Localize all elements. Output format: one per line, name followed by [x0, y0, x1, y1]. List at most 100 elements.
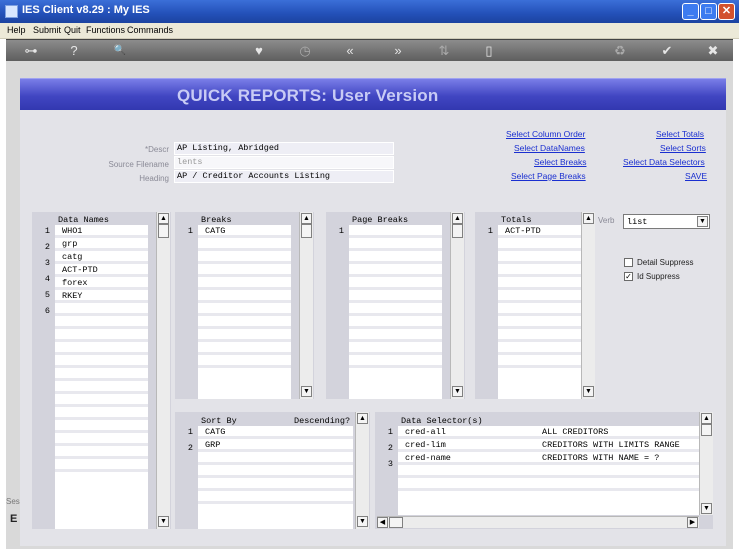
empty-row[interactable] — [349, 277, 442, 290]
empty-row[interactable] — [198, 303, 291, 316]
sort-by-list[interactable]: CATG GRP — [198, 426, 353, 529]
list-item[interactable]: catg — [55, 251, 148, 264]
upload-icon[interactable]: ⇅ — [434, 43, 454, 59]
empty-row[interactable] — [55, 342, 148, 355]
empty-row[interactable] — [498, 355, 581, 368]
empty-row[interactable] — [55, 329, 148, 342]
list-item[interactable]: CATG — [198, 426, 353, 439]
select-data-selectors-link[interactable]: Select Data Selectors — [623, 157, 705, 167]
heart-icon[interactable]: ♥ — [249, 43, 269, 59]
empty-row[interactable] — [349, 316, 442, 329]
verb-select[interactable]: list ▼ — [623, 214, 710, 229]
title-bar[interactable]: IES Client v8.29 : My IES _ □ ✕ — [0, 0, 739, 23]
list-item[interactable]: ACT-PTD — [498, 225, 581, 238]
select-datanames-link[interactable]: Select DataNames — [514, 143, 585, 153]
fast-forward-icon[interactable]: » — [388, 43, 408, 59]
empty-row[interactable] — [55, 381, 148, 394]
list-item[interactable]: forex — [55, 277, 148, 290]
sort-by-scrollbar[interactable]: ▲ ▼ — [355, 412, 369, 529]
scroll-up-icon[interactable]: ▲ — [357, 413, 368, 424]
select-column-order-link[interactable]: Select Column Order — [506, 129, 585, 139]
empty-row[interactable] — [198, 251, 291, 264]
list-item[interactable]: GRP — [198, 439, 353, 452]
data-selectors-list[interactable]: cred-all ALL CREDITORS cred-lim CREDITORS W… — [398, 426, 700, 515]
empty-row[interactable] — [349, 264, 442, 277]
empty-row[interactable] — [498, 264, 581, 277]
empty-row[interactable] — [55, 433, 148, 446]
list-item[interactable]: ACT-PTD — [55, 264, 148, 277]
empty-row[interactable] — [349, 342, 442, 355]
empty-row[interactable] — [198, 355, 291, 368]
list-item[interactable]: cred-name CREDITORS WITH NAME = ? — [398, 452, 700, 465]
empty-row[interactable] — [55, 407, 148, 420]
detail-suppress-checkbox[interactable] — [624, 258, 633, 267]
list-item[interactable]: WHO1 — [55, 225, 148, 238]
scroll-down-icon[interactable]: ▼ — [158, 516, 169, 527]
help-icon[interactable]: ? — [64, 43, 84, 59]
menu-commands[interactable]: Commands — [127, 25, 173, 35]
minimize-button[interactable]: _ — [682, 3, 699, 20]
menu-submit[interactable]: Submit — [33, 25, 61, 35]
page-breaks-list[interactable] — [349, 225, 442, 399]
key-icon[interactable]: ⊶ — [20, 43, 42, 59]
empty-row[interactable] — [498, 290, 581, 303]
scroll-down-icon[interactable]: ▼ — [357, 516, 368, 527]
scroll-thumb[interactable] — [158, 224, 169, 238]
empty-row[interactable] — [349, 355, 442, 368]
heading-field[interactable]: AP / Creditor Accounts Listing — [174, 170, 394, 183]
data-names-list[interactable]: WHO1 grp catg ACT-PTD forex RKEY — [55, 225, 148, 529]
scroll-thumb[interactable] — [701, 424, 712, 436]
scroll-up-icon[interactable]: ▲ — [583, 213, 594, 224]
empty-row[interactable] — [198, 478, 353, 491]
empty-row[interactable] — [198, 491, 353, 504]
source-filename-field[interactable]: lents — [174, 156, 394, 169]
data-names-scrollbar[interactable]: ▲ ▼ — [156, 212, 170, 529]
empty-row[interactable] — [55, 303, 148, 316]
empty-row[interactable] — [349, 238, 442, 251]
list-item[interactable]: CATG — [198, 225, 291, 238]
page-breaks-scrollbar[interactable]: ▲ ▼ — [450, 212, 464, 399]
empty-row[interactable] — [349, 303, 442, 316]
empty-row[interactable] — [55, 459, 148, 472]
empty-row[interactable] — [198, 277, 291, 290]
scroll-thumb[interactable] — [389, 517, 403, 528]
scroll-left-icon[interactable]: ◀ — [377, 517, 388, 528]
select-page-breaks-link[interactable]: Select Page Breaks — [511, 171, 586, 181]
empty-row[interactable] — [498, 316, 581, 329]
menu-quit[interactable]: Quit — [64, 25, 81, 35]
empty-row[interactable] — [198, 264, 291, 277]
descr-field[interactable]: AP Listing, Abridged — [174, 142, 394, 155]
rewind-icon[interactable]: « — [340, 43, 360, 59]
empty-row[interactable] — [55, 368, 148, 381]
close-button[interactable]: ✕ — [718, 3, 735, 20]
empty-row[interactable] — [349, 290, 442, 303]
list-item[interactable]: cred-all ALL CREDITORS — [398, 426, 700, 439]
scroll-down-icon[interactable]: ▼ — [452, 386, 463, 397]
empty-row[interactable] — [55, 316, 148, 329]
empty-row[interactable] — [349, 251, 442, 264]
empty-row[interactable] — [198, 329, 291, 342]
scroll-thumb[interactable] — [452, 224, 463, 238]
list-item[interactable] — [349, 225, 442, 238]
scroll-up-icon[interactable]: ▲ — [301, 213, 312, 224]
empty-row[interactable] — [198, 316, 291, 329]
list-item[interactable]: cred-lim CREDITORS WITH LIMITS RANGE — [398, 439, 700, 452]
maximize-button[interactable]: □ — [700, 3, 717, 20]
totals-scrollbar[interactable]: ▲ ▼ — [581, 212, 595, 399]
scroll-up-icon[interactable]: ▲ — [158, 213, 169, 224]
chevron-down-icon[interactable]: ▼ — [697, 216, 708, 227]
empty-row[interactable] — [198, 452, 353, 465]
breaks-list[interactable]: CATG — [198, 225, 291, 399]
scroll-down-icon[interactable]: ▼ — [583, 386, 594, 397]
empty-row[interactable] — [498, 342, 581, 355]
scroll-thumb[interactable] — [301, 224, 312, 238]
empty-row[interactable] — [198, 238, 291, 251]
new-document-icon[interactable]: ▯ — [479, 43, 499, 59]
empty-row[interactable] — [498, 277, 581, 290]
totals-list[interactable]: ACT-PTD — [498, 225, 581, 399]
empty-row[interactable] — [498, 251, 581, 264]
close-circle-icon[interactable]: ✖ — [703, 43, 723, 59]
empty-row[interactable] — [55, 446, 148, 459]
clock-icon[interactable]: ◷ — [295, 43, 315, 59]
empty-row[interactable] — [498, 303, 581, 316]
